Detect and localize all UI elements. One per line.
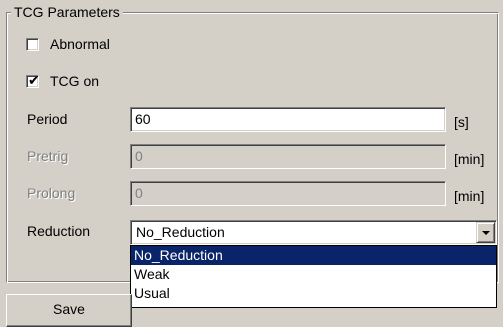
tcg-on-checkbox[interactable]: ✔ TCG on [26,72,99,90]
abnormal-checkbox-label: Abnormal [50,36,110,52]
tcg-on-checkbox-label: TCG on [50,73,100,89]
abnormal-checkbox-box[interactable] [26,37,39,51]
reduction-options-list: No_Reduction Weak Usual [130,245,497,308]
checkmark-icon: ✔ [28,72,40,89]
period-unit: [s] [454,114,469,130]
reduction-option-weak[interactable]: Weak [131,265,496,284]
tcg-on-checkbox-box[interactable]: ✔ [26,72,40,89]
reduction-option-usual[interactable]: Usual [131,284,496,303]
pretrig-unit: [min] [454,151,485,167]
prolong-label: Prolong [27,185,76,201]
period-label: Period [27,111,68,127]
period-input[interactable]: 60 [130,107,446,132]
save-button[interactable]: Save [6,294,132,327]
reduction-selected-value: No_Reduction [136,224,225,240]
group-title: TCG Parameters [11,4,123,20]
prolong-unit: [min] [454,188,485,204]
pretrig-label: Pretrig [27,148,69,164]
reduction-dropdown-button[interactable] [476,222,495,243]
reduction-select[interactable]: No_Reduction [130,220,497,245]
reduction-label: Reduction [27,223,91,239]
reduction-option-no-reduction[interactable]: No_Reduction [131,246,496,265]
prolong-input: 0 [130,181,446,206]
abnormal-checkbox[interactable]: Abnormal [26,35,110,53]
pretrig-input: 0 [130,144,446,169]
chevron-down-icon [482,231,490,235]
